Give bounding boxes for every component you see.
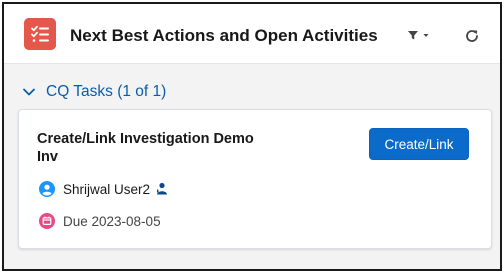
task-list-icon xyxy=(24,18,56,50)
section-toggle-cq-tasks[interactable]: CQ Tasks (1 of 1) xyxy=(22,82,166,102)
widget-header: Next Best Actions and Open Activities xyxy=(4,4,500,64)
filter-dropdown-button[interactable] xyxy=(406,28,436,42)
filter-icon xyxy=(408,31,418,40)
widget-frame: Next Best Actions and Open Activities CQ… xyxy=(2,2,502,271)
create-link-button[interactable]: Create/Link xyxy=(369,128,469,160)
due-date: Due 2023-08-05 xyxy=(63,213,161,229)
section-label: CQ Tasks (1 of 1) xyxy=(46,83,167,100)
task-title: Create/Link Investigation Demo Inv xyxy=(37,131,254,165)
change-owner-icon[interactable] xyxy=(156,182,168,196)
refresh-icon xyxy=(466,30,478,42)
calendar-icon xyxy=(39,213,55,229)
task-card: Create/Link Investigation Demo Inv Creat… xyxy=(18,109,492,249)
due-row: Due 2023-08-05 xyxy=(39,212,161,230)
owner-name[interactable]: Shrijwal User2 xyxy=(63,182,150,197)
refresh-button[interactable] xyxy=(464,28,480,44)
user-icon xyxy=(39,181,55,197)
owner-row: Shrijwal User2 xyxy=(39,180,168,198)
chevron-down-icon xyxy=(23,88,35,96)
widget-title: Next Best Actions and Open Activities xyxy=(70,26,378,45)
chevron-down-icon xyxy=(423,34,429,37)
